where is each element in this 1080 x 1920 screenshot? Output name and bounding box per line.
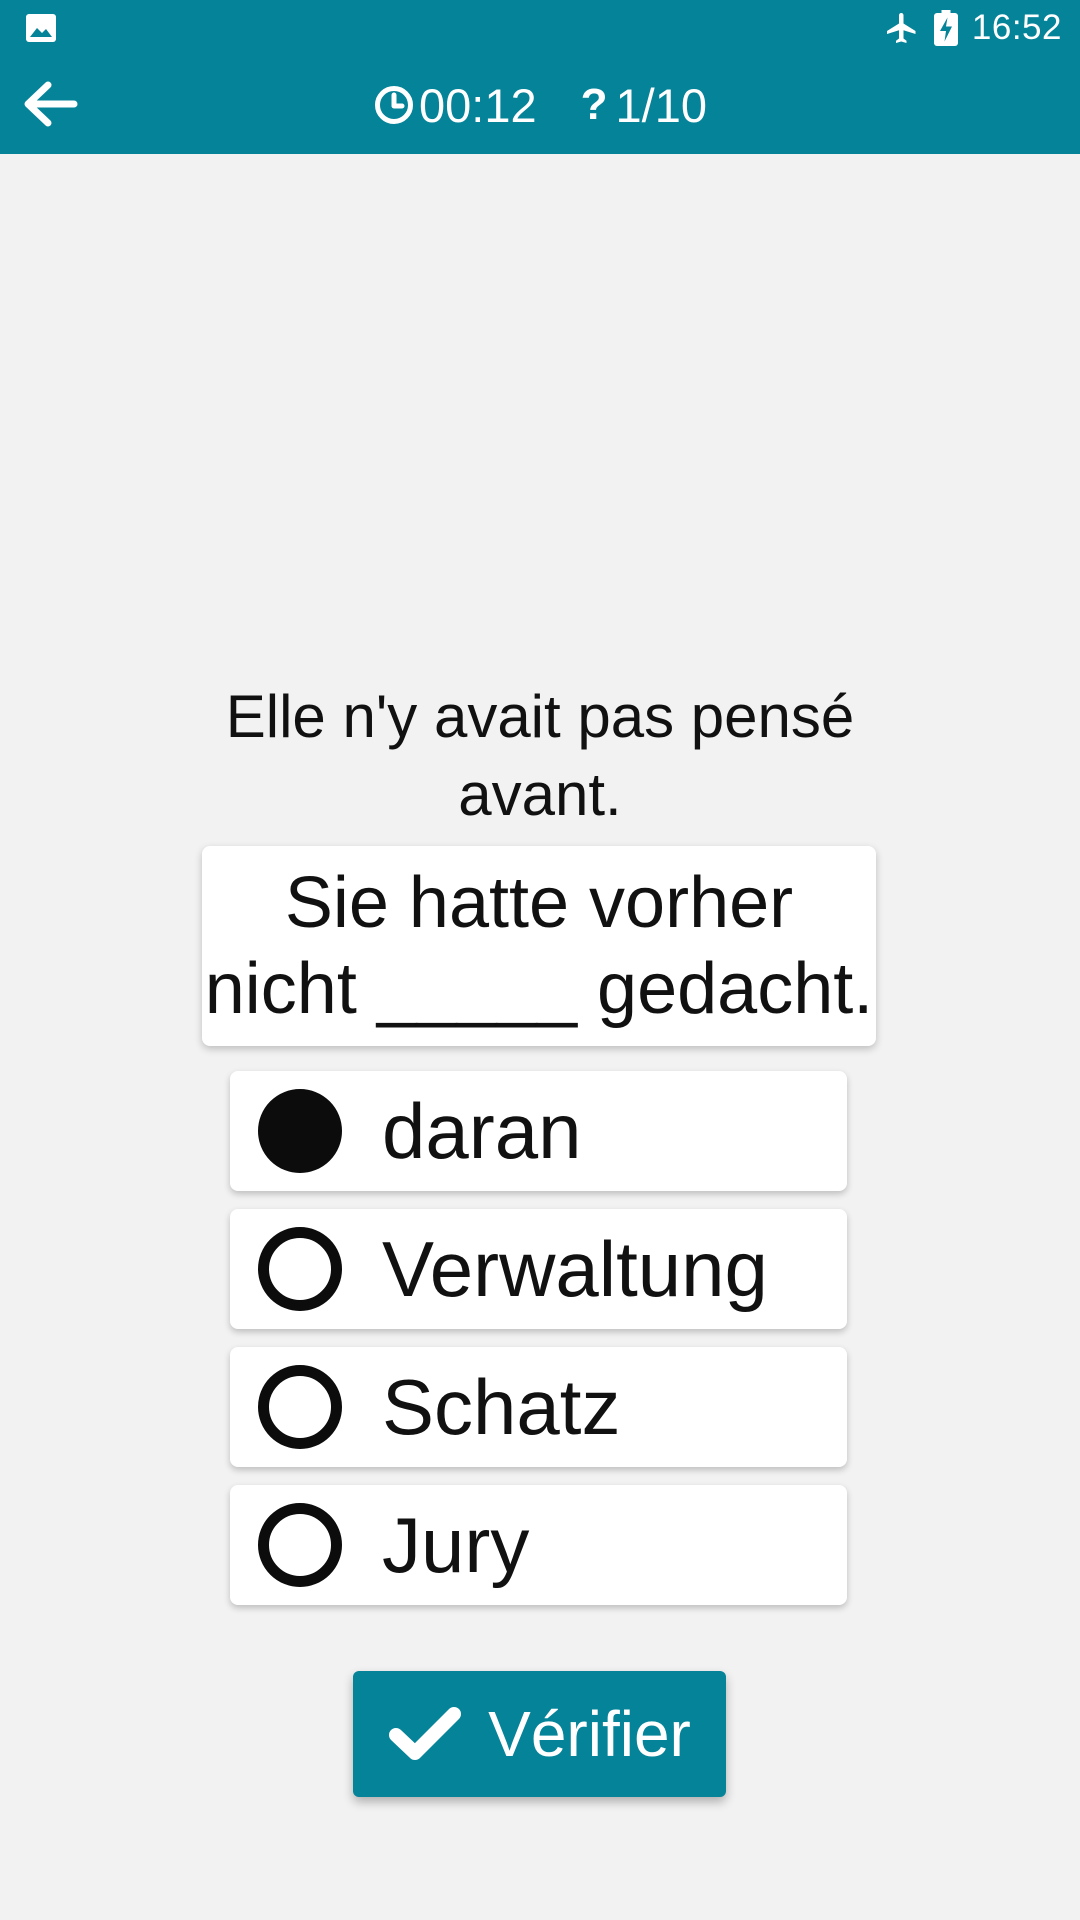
timer: 00:12 [373,78,537,133]
option-daran[interactable]: daran [230,1071,847,1191]
quiz-stats: 00:12 ? 1/10 [0,56,1080,154]
verify-button[interactable]: Vérifier [353,1671,726,1797]
option-schatz[interactable]: Schatz [230,1347,847,1467]
question-progress: ? 1/10 [581,78,707,133]
sentence-card: Sie hatte vorher nicht _____ gedacht. [202,846,876,1046]
verify-button-label: Vérifier [488,1698,691,1770]
sentence-text: Sie hatte vorher nicht _____ gedacht. [204,863,874,1029]
status-time: 16:52 [971,8,1062,47]
app-bar: 00:12 ? 1/10 [0,56,1080,154]
option-label: daran [382,1086,582,1175]
airplane-mode-icon [886,13,916,43]
option-verwaltung[interactable]: Verwaltung [230,1209,847,1329]
option-label: Jury [382,1500,530,1589]
option-jury[interactable]: Jury [230,1485,847,1605]
radio-unselected-icon[interactable] [258,1365,342,1449]
option-label: Schatz [382,1362,621,1451]
status-icons: 16:52 [884,6,1062,50]
gallery-icon [26,14,56,42]
radio-unselected-icon[interactable] [258,1227,342,1311]
radio-unselected-icon[interactable] [258,1503,342,1587]
radio-selected-icon[interactable] [258,1089,342,1173]
timer-value: 00:12 [419,78,537,132]
prompt-text: Elle n'y avait pas pensé avant. [225,683,855,828]
question-mark-icon: ? [580,80,608,129]
option-label: Verwaltung [382,1224,768,1313]
status-bar: 16:52 [0,0,1080,56]
checkmark-icon [389,1707,462,1760]
question-progress-value: 1/10 [615,78,707,132]
battery-charging-icon [933,10,958,46]
clock-icon [375,86,413,124]
